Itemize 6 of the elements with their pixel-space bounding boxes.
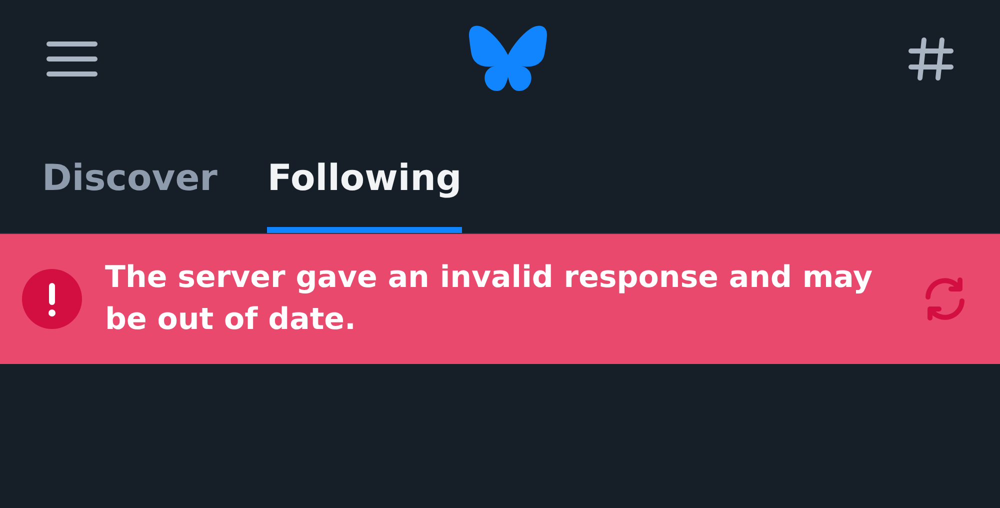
feed-tab[interactable]: Discover bbox=[42, 158, 218, 233]
hashtag-icon[interactable] bbox=[908, 37, 954, 81]
butterfly-icon bbox=[469, 25, 547, 93]
alert-icon bbox=[21, 268, 83, 330]
menu-icon[interactable] bbox=[46, 41, 98, 77]
error-message: The server gave an invalid response and may be out of date. bbox=[105, 259, 874, 339]
